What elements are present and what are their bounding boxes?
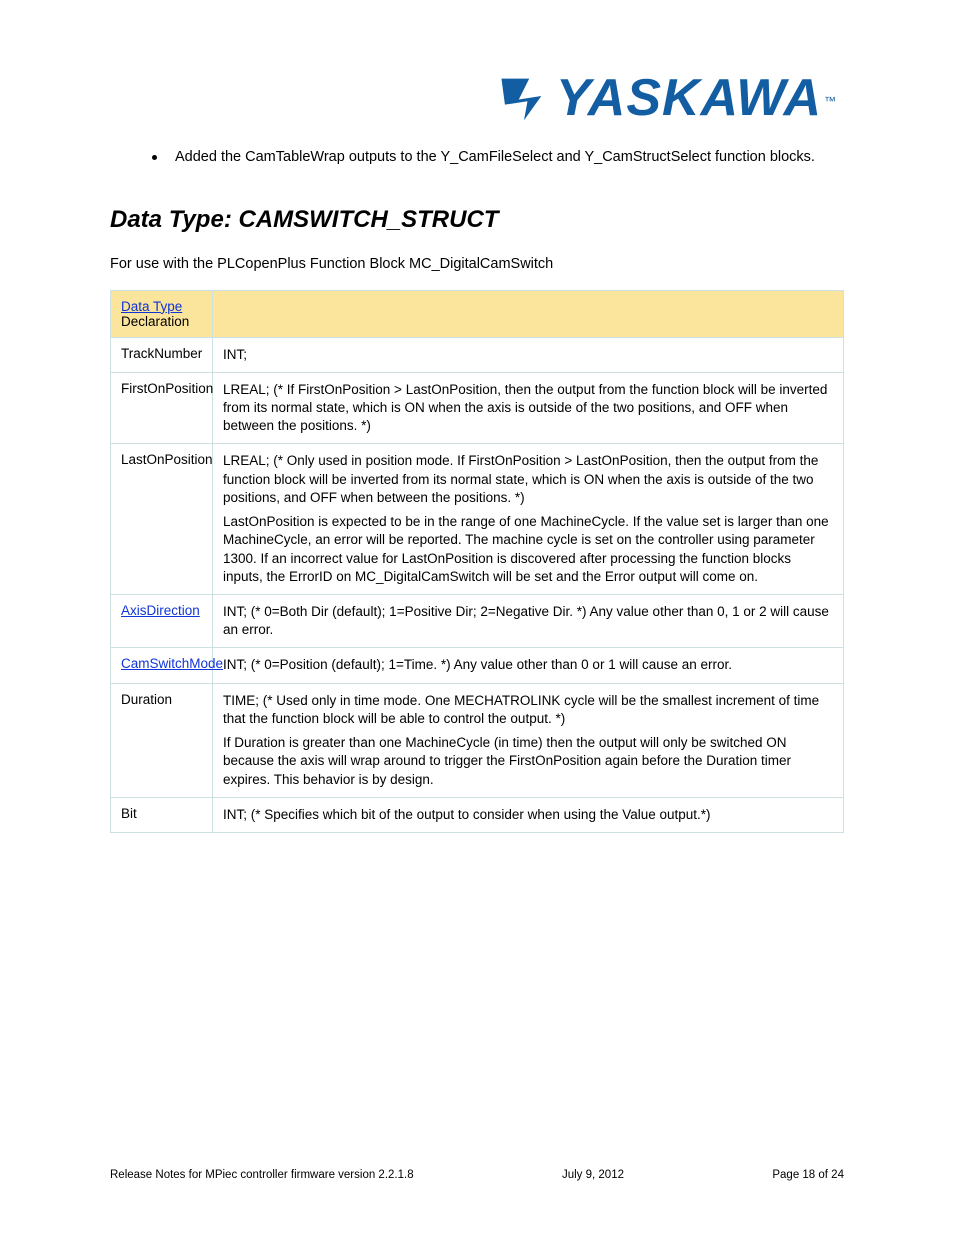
table-header-row: Data Type Declaration xyxy=(111,290,844,337)
footer-right: Page 18 of 24 xyxy=(772,1169,844,1181)
table-row: FirstOnPosition LREAL; (* If FirstOnPosit… xyxy=(111,372,844,444)
table-row: TrackNumber INT; xyxy=(111,337,844,372)
table-row: AxisDirection INT; (* 0=Both Dir (defaul… xyxy=(111,594,844,647)
param-desc-cell: LREAL; (* If FirstOnPosition > LastOnPos… xyxy=(213,372,844,444)
table-row: LastOnPosition LREAL; (* Only used in pos… xyxy=(111,444,844,595)
param-desc-paragraph: If Duration is greater than one MachineC… xyxy=(223,734,833,789)
trademark-symbol: ™ xyxy=(824,94,836,108)
param-name-cell: AxisDirection xyxy=(111,594,213,647)
param-desc-cell: INT; (* Specifies which bit of the outpu… xyxy=(213,797,844,832)
header-suffix: Declaration xyxy=(121,314,189,329)
param-desc-cell: TIME; (* Used only in time mode. One MEC… xyxy=(213,683,844,797)
param-name-link[interactable]: AxisDirection xyxy=(121,603,200,618)
header-col-2 xyxy=(213,290,844,337)
changelog-bullet-item: Added the CamTableWrap outputs to the Y_… xyxy=(152,148,844,168)
section-heading: Data Type: CAMSWITCH_STRUCT xyxy=(110,206,844,234)
brand-wordmark: YASKAWA xyxy=(556,68,822,128)
header-col-1: Data Type Declaration xyxy=(111,290,213,337)
param-name-text: FirstOnPosition xyxy=(121,381,213,396)
footer-center: July 9, 2012 xyxy=(562,1169,624,1181)
param-desc-paragraph: TIME; (* Used only in time mode. One MEC… xyxy=(223,692,833,728)
param-name-text: TrackNumber xyxy=(121,346,202,361)
param-desc-paragraph: LREAL; (* Only used in position mode. If… xyxy=(223,452,833,507)
param-desc-cell: INT; (* 0=Position (default); 1=Time. *)… xyxy=(213,648,844,683)
bullet-text: Added the CamTableWrap outputs to the Y_… xyxy=(175,148,815,168)
param-name-cell: LastOnPosition xyxy=(111,444,213,595)
param-desc-paragraph: INT; (* Specifies which bit of the outpu… xyxy=(223,806,833,824)
yaskawa-mark-icon xyxy=(498,70,550,127)
table-row: Duration TIME; (* Used only in time mode.… xyxy=(111,683,844,797)
param-desc-paragraph: INT; (* 0=Position (default); 1=Time. *)… xyxy=(223,656,833,674)
bullet-icon xyxy=(152,155,157,160)
footer-left: Release Notes for MPiec controller firmw… xyxy=(110,1169,414,1181)
param-name-cell: FirstOnPosition xyxy=(111,372,213,444)
header-link[interactable]: Data Type xyxy=(121,299,182,314)
param-name-text: Bit xyxy=(121,806,137,821)
intro-line: For use with the PLCopenPlus Function Bl… xyxy=(110,256,844,272)
param-desc-cell: INT; (* 0=Both Dir (default); 1=Positive… xyxy=(213,594,844,647)
parameter-table: Data Type Declaration TrackNumber INT; Fir… xyxy=(110,290,844,833)
table-row: Bit INT; (* Specifies which bit of the ou… xyxy=(111,797,844,832)
brand-logo: YASKAWA ™ xyxy=(498,68,836,128)
param-name-cell: CamSwitchMode xyxy=(111,648,213,683)
param-desc-paragraph: INT; xyxy=(223,346,833,364)
param-desc-cell: LREAL; (* Only used in position mode. If… xyxy=(213,444,844,595)
param-name-text: LastOnPosition xyxy=(121,452,213,467)
param-name-cell: TrackNumber xyxy=(111,337,213,372)
param-name-cell: Bit xyxy=(111,797,213,832)
param-desc-cell: INT; xyxy=(213,337,844,372)
param-name-link[interactable]: CamSwitchMode xyxy=(121,656,223,671)
param-name-cell: Duration xyxy=(111,683,213,797)
page: YASKAWA ™ Added the CamTableWrap outputs… xyxy=(0,0,954,1235)
param-desc-paragraph: INT; (* 0=Both Dir (default); 1=Positive… xyxy=(223,603,833,639)
param-desc-paragraph: LastOnPosition is expected to be in the … xyxy=(223,513,833,586)
page-footer: Release Notes for MPiec controller firmw… xyxy=(110,1169,844,1181)
table-row: CamSwitchModeINT; (* 0=Position (default… xyxy=(111,648,844,683)
param-desc-paragraph: LREAL; (* If FirstOnPosition > LastOnPos… xyxy=(223,381,833,436)
param-name-text: Duration xyxy=(121,692,172,707)
